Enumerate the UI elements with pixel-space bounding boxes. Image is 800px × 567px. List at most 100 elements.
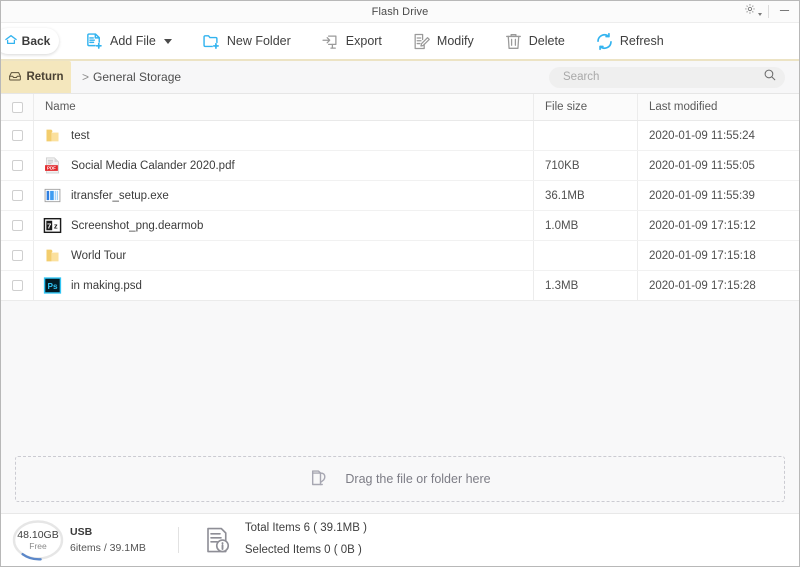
add-file-label: Add File (110, 34, 156, 48)
modify-button[interactable]: Modify (404, 23, 496, 59)
export-button[interactable]: Export (313, 23, 404, 59)
breadcrumb[interactable]: > General Storage (71, 61, 181, 93)
storage-free-label: Free (29, 540, 47, 551)
new-folder-button[interactable]: New Folder (194, 23, 313, 59)
export-label: Export (345, 34, 382, 48)
row-checkbox[interactable] (11, 220, 23, 231)
table-row[interactable]: World Tour 2020-01-09 17:15:18 (1, 241, 799, 271)
main-toolbar: Back Add File New Folder Export Modify D… (1, 23, 799, 61)
table-row[interactable]: test 2020-01-09 11:55:24 (1, 121, 799, 151)
row-select-cell[interactable] (1, 271, 34, 300)
row-modified-cell: 2020-01-09 17:15:18 (649, 249, 756, 262)
doc-info-icon (203, 525, 233, 555)
status-divider (177, 527, 179, 553)
flash-drive-window: Flash Drive Back Add File New Folder Exp… (0, 0, 800, 567)
home-icon (4, 33, 18, 50)
file-dropzone[interactable]: Drag the file or folder here (15, 456, 785, 502)
device-summary: 6items / 39.1MB (70, 542, 146, 554)
table-row[interactable]: 7 z Screenshot_png.dearmob 1.0MB 2020-01… (1, 211, 799, 241)
storage-free-value: 48.10GB (17, 528, 59, 541)
breadcrumb-current: General Storage (93, 70, 182, 84)
table-row[interactable]: PDF Social Media Calander 2020.pdf 710KB… (1, 151, 799, 181)
settings-button[interactable] (738, 1, 768, 22)
return-label: Return (26, 71, 64, 83)
return-tab[interactable]: Return (1, 61, 71, 93)
empty-file-area (1, 301, 799, 456)
dropzone-wrapper: Drag the file or folder here (1, 456, 799, 502)
minimize-button[interactable] (769, 1, 799, 22)
row-checkbox[interactable] (11, 280, 23, 291)
toolbar-items: Add File New Folder Export Modify Delete… (77, 23, 686, 59)
select-all-checkbox[interactable] (11, 101, 23, 113)
exe-icon (43, 186, 62, 205)
navigation-bar: Return > General Storage (1, 61, 799, 94)
add-file-icon (85, 32, 104, 51)
column-header-name[interactable]: Name (34, 94, 534, 120)
svg-text:PDF: PDF (47, 166, 56, 171)
return-box-icon (8, 69, 22, 86)
storage-ring: 48.10GB Free (11, 519, 65, 561)
row-select-cell[interactable] (1, 151, 34, 180)
row-select-cell[interactable] (1, 211, 34, 240)
row-modified-cell: 2020-01-09 11:55:24 (649, 129, 755, 142)
breadcrumb-separator: > (82, 70, 90, 84)
items-summary: Total Items 6 ( 39.1MB ) Selected Items … (245, 518, 367, 562)
row-name-cell: test (34, 121, 534, 150)
row-checkbox[interactable] (11, 250, 23, 261)
svg-text:z: z (54, 221, 58, 230)
delete-label: Delete (528, 34, 565, 48)
minimize-icon (779, 3, 790, 21)
folder-icon (43, 126, 62, 145)
column-header-modified[interactable]: Last modified (638, 94, 799, 120)
row-name-cell: 7 z Screenshot_png.dearmob (34, 211, 534, 240)
search-input[interactable] (561, 70, 763, 84)
row-modified-cell: 2020-01-09 17:15:28 (649, 279, 756, 292)
gear-icon (744, 3, 757, 21)
new-folder-label: New Folder (226, 34, 291, 48)
chevron-down-icon (758, 13, 762, 16)
back-button[interactable]: Back (1, 28, 59, 54)
device-info: USB 6items / 39.1MB (70, 526, 146, 554)
refresh-label: Refresh (619, 34, 664, 48)
window-title: Flash Drive (371, 5, 429, 18)
row-size-cell: 710KB (534, 151, 638, 180)
add-file-button[interactable]: Add File (77, 23, 194, 59)
window-controls (738, 1, 799, 22)
selected-items-text: Selected Items 0 ( 0B ) (244, 544, 362, 556)
row-size-cell: 36.1MB (534, 181, 638, 210)
table-row[interactable]: itransfer_setup.exe 36.1MB 2020-01-09 11… (1, 181, 799, 211)
refresh-button[interactable]: Refresh (587, 23, 686, 59)
search-icon[interactable] (763, 68, 777, 87)
svg-text:7: 7 (47, 221, 51, 230)
trash-icon (504, 32, 523, 51)
row-select-cell[interactable] (1, 181, 34, 210)
delete-button[interactable]: Delete (496, 23, 587, 59)
row-checkbox[interactable] (11, 160, 23, 171)
folder-icon (43, 246, 62, 265)
row-checkbox[interactable] (11, 130, 23, 141)
row-modified-cell: 2020-01-09 17:15:12 (649, 219, 756, 232)
table-row[interactable]: Ps in making.psd 1.3MB 2020-01-09 17:15:… (1, 271, 799, 300)
device-name: USB (70, 526, 93, 538)
export-icon (321, 32, 340, 51)
file-name: test (71, 129, 90, 142)
file-name: Screenshot_png.dearmob (71, 219, 204, 232)
select-all-cell[interactable] (1, 94, 34, 120)
row-name-cell: Ps in making.psd (34, 271, 534, 300)
dropzone-label: Drag the file or folder here (345, 472, 491, 486)
search-box[interactable] (549, 66, 785, 88)
row-checkbox[interactable] (11, 190, 23, 201)
file-name: itransfer_setup.exe (71, 189, 169, 202)
table-header: Name File size Last modified (1, 94, 799, 121)
row-modified-cell: 2020-01-09 11:55:05 (649, 159, 755, 172)
file-name: Social Media Calander 2020.pdf (71, 159, 235, 172)
pdf-icon: PDF (43, 156, 62, 175)
row-modified-cell: 2020-01-09 11:55:39 (649, 189, 755, 202)
row-select-cell[interactable] (1, 241, 34, 270)
row-name-cell: itransfer_setup.exe (34, 181, 534, 210)
row-size-cell (534, 241, 638, 270)
column-header-size[interactable]: File size (534, 94, 638, 120)
row-select-cell[interactable] (1, 121, 34, 150)
row-size-cell: 1.0MB (534, 211, 638, 240)
total-items-text: Total Items 6 ( 39.1MB ) (244, 522, 367, 535)
